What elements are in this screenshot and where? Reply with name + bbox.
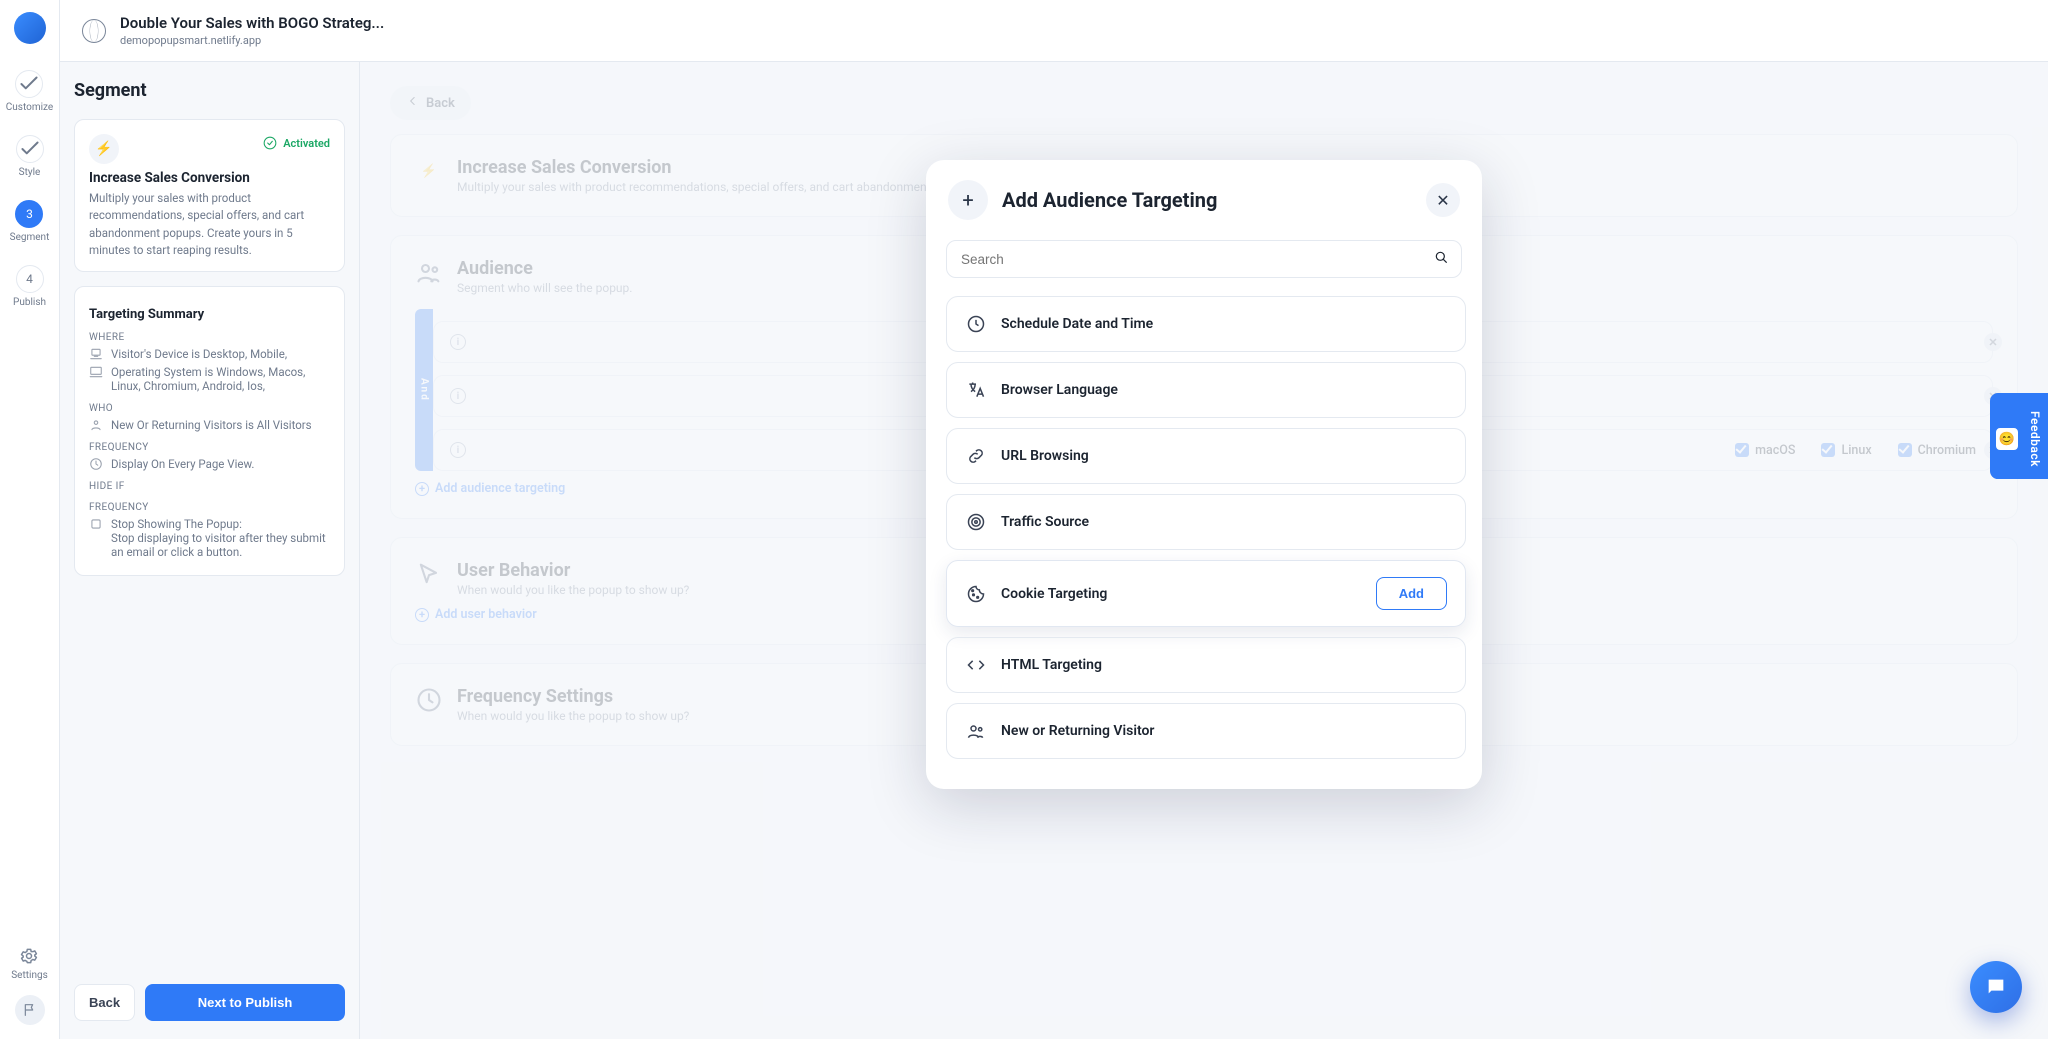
smiley-icon: 😊: [1996, 428, 2018, 450]
top-bar: Double Your Sales with BOGO Strateg... d…: [60, 0, 2048, 62]
step-customize[interactable]: Customize: [6, 70, 53, 113]
summary-row: New Or Returning Visitors is All Visitor…: [89, 418, 330, 432]
brand-logo[interactable]: [14, 12, 46, 44]
chat-launcher[interactable]: [1970, 961, 2022, 1013]
add-option-button[interactable]: Add: [1376, 577, 1447, 610]
back-button[interactable]: Back: [74, 984, 135, 1021]
template-desc: Multiply your sales with product recomme…: [89, 190, 330, 259]
step-number-icon: 4: [16, 265, 44, 293]
summary-heading: Targeting Summary: [89, 307, 330, 322]
targeting-option-list[interactable]: Schedule Date and Time Browser Language …: [926, 290, 1482, 789]
stop-icon: [89, 517, 103, 531]
bolt-icon: ⚡: [89, 134, 119, 164]
option-label: Browser Language: [1001, 382, 1118, 398]
option-label: Traffic Source: [1001, 514, 1089, 530]
device-icon: [89, 347, 103, 361]
step-label: Style: [19, 167, 41, 178]
clock-icon: [965, 313, 987, 335]
summary-row: Operating System is Windows, Macos, Linu…: [89, 365, 330, 393]
globe-icon: [82, 19, 106, 43]
option-label: URL Browsing: [1001, 448, 1089, 464]
step-segment[interactable]: 3 Segment: [10, 200, 50, 243]
settings-label: Settings: [11, 970, 48, 981]
summary-text: Visitor's Device is Desktop, Mobile,: [111, 347, 287, 361]
add-audience-modal: + Add Audience Targeting ✕ Schedu: [926, 160, 1482, 789]
plus-icon: +: [948, 180, 988, 220]
page-title: Double Your Sales with BOGO Strateg...: [120, 14, 384, 32]
option-cookie-targeting[interactable]: Cookie Targeting Add: [946, 560, 1466, 627]
user-icon: [89, 418, 103, 432]
option-html-targeting[interactable]: HTML Targeting: [946, 637, 1466, 693]
settings-button[interactable]: Settings: [11, 946, 48, 981]
summary-where-label: WHERE: [89, 332, 330, 343]
feedback-tab[interactable]: Feedback 😊: [1990, 393, 2048, 479]
option-url-browsing[interactable]: URL Browsing: [946, 428, 1466, 484]
summary-text: Display On Every Page View.: [111, 457, 254, 471]
cookie-icon: [965, 583, 987, 605]
step-style[interactable]: Style: [16, 135, 44, 178]
activated-badge: Activated: [263, 136, 330, 150]
summary-who-label: WHO: [89, 403, 330, 414]
left-rail: Customize Style 3 Segment 4 Publish Sett…: [0, 0, 60, 1039]
targeting-search[interactable]: [946, 240, 1462, 278]
check-icon: [16, 135, 44, 163]
summary-hide-label: Hide if: [89, 481, 330, 492]
summary-frequency2-label: FREQUENCY: [89, 502, 330, 513]
step-label: Segment: [10, 232, 50, 243]
step-label: Publish: [13, 297, 46, 308]
summary-text: Operating System is Windows, Macos, Linu…: [111, 365, 330, 393]
page-subtitle: demopopupsmart.netlify.app: [120, 34, 384, 47]
template-title: Increase Sales Conversion: [89, 170, 330, 186]
target-icon: [965, 511, 987, 533]
option-new-returning[interactable]: New or Returning Visitor: [946, 703, 1466, 759]
template-card: ⚡ Activated Increase Sales Conversion Mu…: [74, 119, 345, 272]
check-icon: [15, 70, 43, 98]
search-input[interactable]: [959, 251, 1433, 268]
modal-title: Add Audience Targeting: [1002, 188, 1217, 212]
activated-label: Activated: [283, 137, 330, 150]
summary-row: Display On Every Page View.: [89, 457, 330, 471]
os-icon: [89, 365, 103, 379]
step-publish[interactable]: 4 Publish: [13, 265, 46, 308]
targeting-summary-card: Targeting Summary WHERE Visitor's Device…: [74, 286, 345, 576]
summary-row: Visitor's Device is Desktop, Mobile,: [89, 347, 330, 361]
option-label: Schedule Date and Time: [1001, 316, 1153, 332]
segment-heading: Segment: [74, 80, 345, 101]
option-label: Cookie Targeting: [1001, 586, 1107, 602]
summary-text: New Or Returning Visitors is All Visitor…: [111, 418, 312, 432]
search-icon: [1433, 249, 1449, 269]
language-icon: [965, 379, 987, 401]
option-browser-language[interactable]: Browser Language: [946, 362, 1466, 418]
segment-sidebar: Segment ⚡ Activated Increase Sales Conve…: [60, 62, 360, 1039]
step-number-icon: 3: [15, 200, 43, 228]
option-label: HTML Targeting: [1001, 657, 1102, 673]
option-schedule[interactable]: Schedule Date and Time: [946, 296, 1466, 352]
option-label: New or Returning Visitor: [1001, 723, 1154, 739]
clock-icon: [89, 457, 103, 471]
step-label: Customize: [6, 102, 53, 113]
editor-canvas: Back ⚡ Increase Sales Conversion Multipl…: [360, 62, 2048, 1039]
feedback-label: Feedback: [2028, 411, 2042, 467]
close-button[interactable]: ✕: [1426, 183, 1460, 217]
code-icon: [965, 654, 987, 676]
link-icon: [965, 445, 987, 467]
option-traffic-source[interactable]: Traffic Source: [946, 494, 1466, 550]
summary-text: Stop Showing The Popup: Stop displaying …: [111, 517, 330, 559]
summary-frequency-label: FREQUENCY: [89, 442, 330, 453]
next-to-publish-button[interactable]: Next to Publish: [145, 984, 345, 1021]
whats-new-button[interactable]: [15, 995, 45, 1025]
users-icon: [965, 720, 987, 742]
summary-row: Stop Showing The Popup: Stop displaying …: [89, 517, 330, 559]
